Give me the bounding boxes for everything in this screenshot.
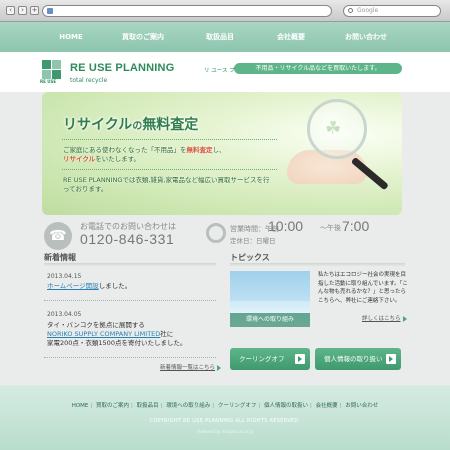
magnifier-icon bbox=[307, 99, 367, 159]
holiday-text: 定休日：日曜日 bbox=[230, 237, 276, 245]
hours-open: 10:00 bbox=[268, 218, 304, 234]
footer-link-purchase[interactable]: 買取のご案内 bbox=[96, 403, 129, 409]
news-item: タイ・バンコクを拠点に展開する NORIKO SUPPLY COMPANY LI… bbox=[47, 321, 187, 347]
nav-purchase-guide[interactable]: 買取のご案内 bbox=[103, 22, 183, 52]
back-button[interactable]: ‹ bbox=[6, 6, 15, 15]
hero-divider bbox=[62, 139, 277, 140]
arrow-icon bbox=[295, 354, 305, 364]
topics-rule bbox=[230, 263, 405, 266]
arrow-icon bbox=[386, 354, 396, 364]
site-icon bbox=[47, 8, 53, 14]
add-tab-button[interactable]: + bbox=[30, 6, 39, 15]
global-nav: HOME 買取のご案内 取扱品目 会社概要 お問い合わせ bbox=[0, 22, 450, 52]
news-item: ホームページ開設しました。 bbox=[47, 282, 132, 290]
phone-icon: ☎ bbox=[44, 222, 72, 250]
topics-heading: トピックス bbox=[230, 253, 270, 262]
news-more-link[interactable]: 新着情報一覧はこちら bbox=[160, 363, 222, 371]
search-input[interactable]: Google bbox=[343, 5, 441, 17]
browser-toolbar: ‹ › + Google bbox=[0, 0, 450, 22]
tagline-badge: 不用品・リサイクル品などを買取いたします。 bbox=[234, 63, 402, 74]
topics-text: 私たちはエコロジー社会の実現を目指した活動に取り組んでいます。「こんな物も売れる… bbox=[318, 272, 408, 304]
hero-banner: ☘ リサイクルの無料査定 ご家庭にある使わなくなった「不用品」を無料査定し、 リ… bbox=[42, 92, 402, 215]
environment-caption[interactable]: 環境への取り組み bbox=[230, 313, 310, 327]
news-divider bbox=[44, 357, 216, 358]
footer-link-contact[interactable]: お問い合わせ bbox=[345, 403, 378, 409]
footer-link-company[interactable]: 会社概要 bbox=[316, 403, 338, 409]
search-placeholder: Google bbox=[357, 7, 379, 14]
news-date: 2013.04.05 bbox=[47, 311, 82, 318]
site-footer: HOME | 買取のご案内 | 取扱品目 | 環境への取り組み | クーリングオフ | 個… bbox=[0, 385, 450, 450]
nav-contact[interactable]: お問い合わせ bbox=[326, 22, 406, 52]
hours-separator: 〜午後 bbox=[320, 224, 341, 232]
privacy-button[interactable]: 個人情報の取り扱い bbox=[315, 348, 401, 370]
news-divider bbox=[44, 300, 216, 301]
logo-name[interactable]: RE USE PLANNING bbox=[70, 62, 174, 74]
recycle-icon bbox=[206, 223, 226, 243]
topics-details-link[interactable]: 詳しくはこちら bbox=[362, 314, 407, 322]
news-heading: 新着情報 bbox=[44, 253, 76, 262]
footer-link-cooling-off[interactable]: クーリングオフ bbox=[218, 403, 257, 409]
arrow-icon bbox=[402, 315, 407, 322]
nav-company[interactable]: 会社概要 bbox=[251, 22, 331, 52]
news-link[interactable]: ホームページ開設 bbox=[47, 282, 99, 290]
footer-link-privacy[interactable]: 個人情報の取扱い bbox=[264, 403, 308, 409]
hero-text-1: ご家庭にある使わなくなった「不用品」を無料査定し、 リサイクルをいたします。 bbox=[63, 146, 226, 163]
arrow-icon bbox=[217, 364, 222, 371]
hours-close: 7:00 bbox=[342, 218, 370, 234]
forward-button[interactable]: › bbox=[18, 6, 27, 15]
footer-link-items[interactable]: 取扱品目 bbox=[137, 403, 159, 409]
footer-links: HOME | 買取のご案内 | 取扱品目 | 環境への取り組み | クーリングオフ | 個… bbox=[71, 403, 379, 409]
news-link[interactable]: NORIKO SUPPLY COMPANY LIMITED bbox=[47, 330, 160, 338]
powered-by: Powered by Imagetrue.co.jp bbox=[197, 429, 253, 434]
nav-items[interactable]: 取扱品目 bbox=[180, 22, 260, 52]
phone-number[interactable]: 0120-846-331 bbox=[80, 231, 174, 247]
hero-divider bbox=[62, 169, 277, 170]
address-bar[interactable] bbox=[42, 5, 332, 17]
logo-icon[interactable]: RE USE bbox=[40, 60, 66, 84]
site-header: RE USE RE USE PLANNING リ ユース プランニング tota… bbox=[0, 52, 450, 92]
hero-title: リサイクルの無料査定 bbox=[63, 117, 199, 133]
hero-text-2: RE USE PLANNINGでは衣類,雑貨,家電品など幅広い買取サービスを行っ… bbox=[63, 176, 270, 193]
cooling-off-button[interactable]: クーリングオフ bbox=[230, 348, 310, 370]
logo-mark: RE USE bbox=[40, 79, 57, 84]
search-icon bbox=[348, 8, 353, 13]
news-date: 2013.04.15 bbox=[47, 273, 82, 280]
footer-link-environment[interactable]: 環境への取り組み bbox=[166, 403, 210, 409]
footer-link-home[interactable]: HOME bbox=[72, 403, 89, 409]
news-rule bbox=[44, 263, 216, 266]
logo-subtitle: total recycle bbox=[70, 77, 108, 84]
copyright: COPYRIGHT RE USE PLANNING ALL RIGHTS RES… bbox=[149, 418, 301, 424]
nav-home[interactable]: HOME bbox=[31, 22, 111, 52]
